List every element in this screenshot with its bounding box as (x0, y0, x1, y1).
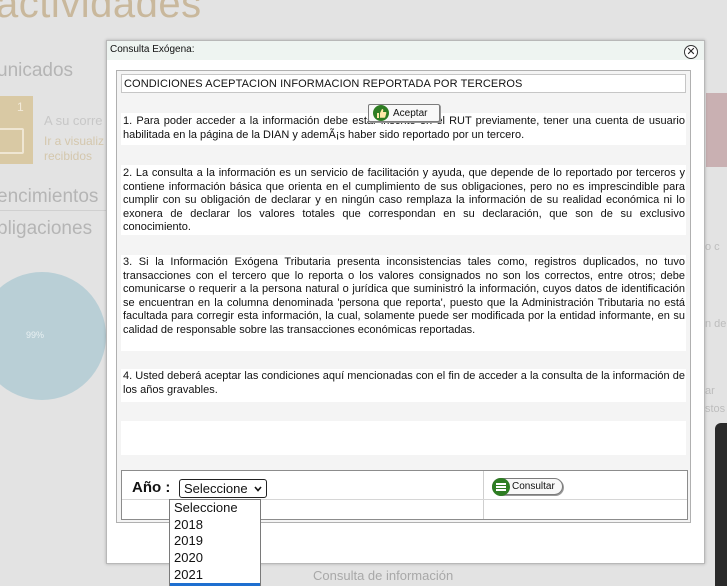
condition-paragraph-3: 3. Si la Información Exógena Tributaria … (121, 255, 686, 351)
notification-text: A su corre (44, 113, 103, 128)
dialog-titlebar: Consulta Exógena: (107, 41, 704, 60)
condition-paragraph-4: 4. Usted deberá aceptar las condiciones … (121, 369, 686, 402)
chevron-down-icon (254, 486, 262, 492)
conditions-panel: CONDICIONES ACEPTACION INFORMACION REPOR… (116, 70, 691, 523)
divider (0, 210, 106, 211)
right-snippet: o c (705, 241, 720, 253)
alert-card (706, 93, 727, 167)
exogena-dialog: Consulta Exógena: ✕ CONDICIONES ACEPTACI… (106, 40, 705, 564)
year-select[interactable]: Seleccione (179, 479, 267, 498)
section-comunicados: unicados (0, 60, 74, 81)
notification-link[interactable]: Ir a visualiz (44, 134, 104, 148)
year-select-value: Seleccione (184, 481, 248, 496)
year-option[interactable]: 2019 (170, 533, 260, 550)
query-button[interactable]: Consultar (492, 477, 563, 496)
right-snippet: ar (705, 385, 715, 397)
right-snippet: stos (705, 403, 726, 415)
condition-paragraph-2: 2. La consulta a la información es un se… (121, 165, 686, 235)
accept-row (121, 421, 686, 455)
thumbs-up-icon (373, 105, 389, 121)
section-vencimientos: encimientos (0, 186, 99, 207)
accept-label: Aceptar (393, 107, 428, 119)
year-dropdown-list: Seleccione 2018 2019 2020 2021 (169, 499, 261, 586)
year-option[interactable]: 2021 (170, 567, 260, 584)
notification-count: 1 (17, 100, 24, 114)
page-title: actividades (0, 0, 202, 26)
year-label: Año : (132, 479, 171, 496)
dark-panel (715, 423, 727, 586)
right-snippet: n de (705, 318, 727, 330)
checkmark-icon (0, 128, 24, 154)
notification-link-cont: recibidos (44, 149, 93, 163)
pie-percentage: 99% (26, 330, 45, 340)
query-label: Consultar (512, 481, 555, 492)
conditions-header: CONDICIONES ACEPTACION INFORMACION REPOR… (121, 74, 686, 93)
section-obligaciones: bligaciones (0, 218, 93, 239)
obligations-pie-chart (0, 272, 106, 400)
year-option[interactable]: 2018 (170, 517, 260, 534)
close-icon[interactable]: ✕ (684, 45, 698, 59)
footer-link[interactable]: Consulta de información (313, 568, 453, 583)
year-option[interactable]: 2020 (170, 550, 260, 567)
year-option[interactable]: Seleccione (170, 500, 260, 517)
dialog-title: Consulta Exógena: (110, 44, 195, 55)
list-icon (492, 477, 510, 496)
accept-button[interactable]: Aceptar (368, 104, 440, 122)
